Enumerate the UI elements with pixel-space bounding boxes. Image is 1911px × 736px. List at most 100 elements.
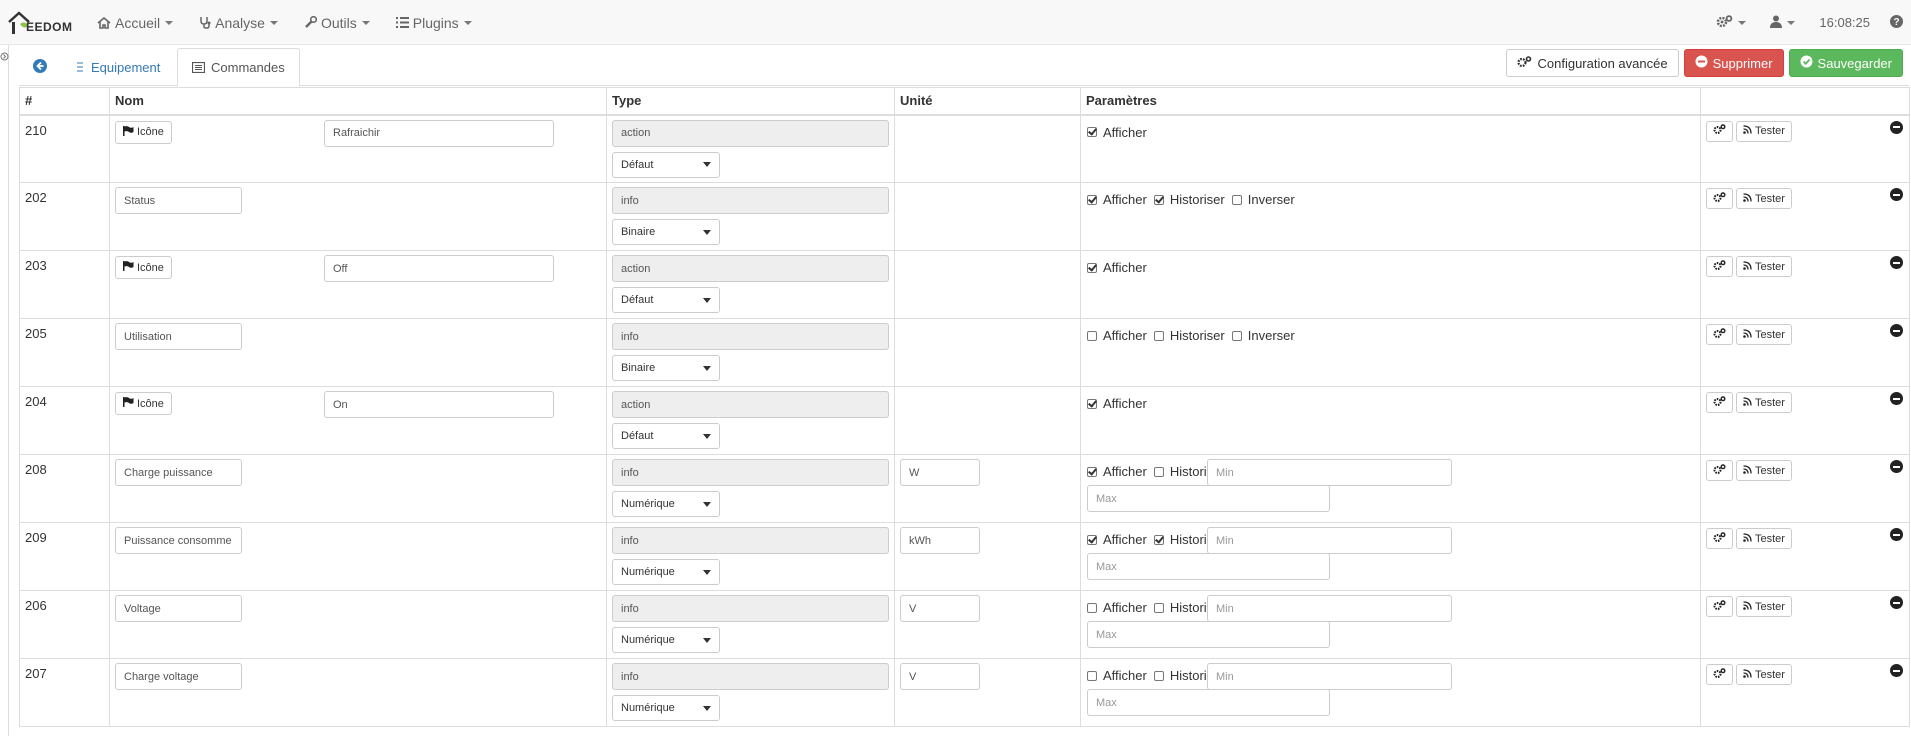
subtype-select[interactable]: Numérique bbox=[612, 695, 720, 721]
show-checkbox-box[interactable] bbox=[1087, 398, 1097, 409]
remove-command-icon[interactable] bbox=[1890, 528, 1903, 541]
show-checkbox-box[interactable] bbox=[1087, 670, 1097, 681]
configure-button[interactable] bbox=[1706, 460, 1733, 481]
help-icon[interactable]: ? bbox=[1890, 14, 1903, 31]
configure-button[interactable] bbox=[1706, 664, 1733, 685]
show-checkbox-box[interactable] bbox=[1087, 534, 1097, 545]
history-checkbox[interactable]: Historiser bbox=[1153, 328, 1225, 343]
show-checkbox-box[interactable] bbox=[1087, 262, 1097, 273]
show-checkbox-box[interactable] bbox=[1087, 127, 1097, 137]
history-checkbox[interactable]: Historiser bbox=[1153, 192, 1225, 207]
settings-menu[interactable] bbox=[1716, 14, 1747, 31]
command-name-input[interactable]: Rafraichir bbox=[324, 119, 554, 147]
remove-command-icon[interactable] bbox=[1890, 120, 1903, 134]
invert-checkbox[interactable]: Inverser bbox=[1231, 328, 1295, 343]
choose-icon-button[interactable]: Icône bbox=[115, 120, 172, 144]
test-button[interactable]: Tester bbox=[1736, 460, 1792, 481]
show-checkbox[interactable]: Afficher bbox=[1087, 532, 1147, 547]
tab-equipement[interactable]: Equipement bbox=[61, 48, 174, 86]
jeedom-logo[interactable]: EEDOM bbox=[8, 8, 74, 38]
invert-checkbox-box[interactable] bbox=[1231, 330, 1242, 341]
save-button[interactable]: Sauvegarder bbox=[1788, 49, 1903, 77]
max-input[interactable]: Max bbox=[1087, 553, 1330, 580]
menu-accueil[interactable]: Accueil bbox=[97, 0, 185, 45]
command-name-input[interactable]: Off bbox=[324, 255, 554, 282]
unit-input[interactable]: V bbox=[900, 595, 980, 622]
sidebar-toggle-icon[interactable] bbox=[0, 49, 9, 64]
test-button[interactable]: Tester bbox=[1736, 188, 1792, 209]
remove-command-icon[interactable] bbox=[1890, 188, 1903, 201]
show-checkbox-box[interactable] bbox=[1087, 602, 1097, 613]
history-checkbox-box[interactable] bbox=[1153, 194, 1164, 205]
subtype-select[interactable]: Défaut bbox=[612, 287, 720, 313]
history-checkbox-box[interactable] bbox=[1153, 330, 1164, 341]
configure-button[interactable] bbox=[1706, 392, 1733, 413]
show-checkbox[interactable]: Afficher bbox=[1087, 260, 1147, 275]
command-name-input[interactable]: On bbox=[324, 391, 554, 418]
test-button[interactable]: Tester bbox=[1736, 528, 1792, 549]
remove-command-icon[interactable] bbox=[1890, 256, 1903, 269]
show-checkbox[interactable]: Afficher bbox=[1087, 125, 1147, 140]
test-button[interactable]: Tester bbox=[1736, 324, 1792, 345]
history-checkbox-box[interactable] bbox=[1153, 670, 1164, 681]
configure-button[interactable] bbox=[1706, 256, 1733, 277]
unit-input[interactable]: W bbox=[900, 459, 980, 486]
delete-button[interactable]: Supprimer bbox=[1683, 49, 1784, 77]
min-input[interactable]: Min bbox=[1207, 459, 1452, 486]
subtype-select[interactable]: Numérique bbox=[612, 559, 720, 585]
max-input[interactable]: Max bbox=[1087, 485, 1330, 512]
command-name-input[interactable]: Voltage bbox=[115, 595, 242, 622]
history-checkbox-box[interactable] bbox=[1153, 466, 1164, 477]
show-checkbox[interactable]: Afficher bbox=[1087, 600, 1147, 615]
advanced-config-button[interactable]: Configuration avancée bbox=[1506, 49, 1679, 77]
back-button[interactable] bbox=[19, 48, 59, 86]
history-checkbox-box[interactable] bbox=[1153, 534, 1164, 545]
command-name-input[interactable]: Puissance consomme bbox=[115, 527, 242, 554]
min-input[interactable]: Min bbox=[1207, 663, 1452, 690]
remove-command-icon[interactable] bbox=[1890, 596, 1903, 609]
command-name-input[interactable]: Utilisation bbox=[115, 323, 242, 350]
subtype-select[interactable]: Défaut bbox=[612, 151, 720, 178]
menu-plugins[interactable]: Plugins bbox=[395, 0, 484, 45]
show-checkbox[interactable]: Afficher bbox=[1087, 396, 1147, 411]
choose-icon-button[interactable]: Icône bbox=[115, 392, 172, 415]
configure-button[interactable] bbox=[1706, 120, 1733, 142]
configure-button[interactable] bbox=[1706, 528, 1733, 549]
show-checkbox[interactable]: Afficher bbox=[1087, 464, 1147, 479]
user-menu[interactable] bbox=[1770, 15, 1796, 31]
remove-command-icon[interactable] bbox=[1890, 324, 1903, 337]
subtype-select[interactable]: Numérique bbox=[612, 627, 720, 653]
unit-input[interactable]: kWh bbox=[900, 527, 980, 554]
invert-checkbox-box[interactable] bbox=[1231, 194, 1242, 205]
invert-checkbox[interactable]: Inverser bbox=[1231, 192, 1295, 207]
test-button[interactable]: Tester bbox=[1736, 664, 1792, 685]
show-checkbox-box[interactable] bbox=[1087, 194, 1097, 205]
command-name-input[interactable]: Charge voltage bbox=[115, 663, 242, 690]
test-button[interactable]: Tester bbox=[1736, 120, 1792, 142]
subtype-select[interactable]: Défaut bbox=[612, 423, 720, 449]
choose-icon-button[interactable]: Icône bbox=[115, 256, 172, 279]
command-name-input[interactable]: Charge puissance bbox=[115, 459, 242, 486]
min-input[interactable]: Min bbox=[1207, 527, 1452, 554]
show-checkbox[interactable]: Afficher bbox=[1087, 192, 1147, 207]
test-button[interactable]: Tester bbox=[1736, 392, 1792, 413]
remove-command-icon[interactable] bbox=[1890, 392, 1903, 405]
show-checkbox[interactable]: Afficher bbox=[1087, 328, 1147, 343]
menu-analyse[interactable]: Analyse bbox=[199, 0, 290, 45]
show-checkbox-box[interactable] bbox=[1087, 466, 1097, 477]
max-input[interactable]: Max bbox=[1087, 689, 1330, 716]
unit-input[interactable]: V bbox=[900, 663, 980, 690]
show-checkbox-box[interactable] bbox=[1087, 330, 1097, 341]
subtype-select[interactable]: Numérique bbox=[612, 491, 720, 517]
tab-commandes[interactable]: Commandes bbox=[177, 48, 300, 87]
configure-button[interactable] bbox=[1706, 324, 1733, 345]
history-checkbox-box[interactable] bbox=[1153, 602, 1164, 613]
subtype-select[interactable]: Binaire bbox=[612, 355, 720, 381]
command-name-input[interactable]: Status bbox=[115, 187, 242, 214]
show-checkbox[interactable]: Afficher bbox=[1087, 668, 1147, 683]
menu-outils[interactable]: Outils bbox=[304, 0, 382, 45]
test-button[interactable]: Tester bbox=[1736, 256, 1792, 277]
remove-command-icon[interactable] bbox=[1890, 664, 1903, 677]
configure-button[interactable] bbox=[1706, 596, 1733, 617]
test-button[interactable]: Tester bbox=[1736, 596, 1792, 617]
